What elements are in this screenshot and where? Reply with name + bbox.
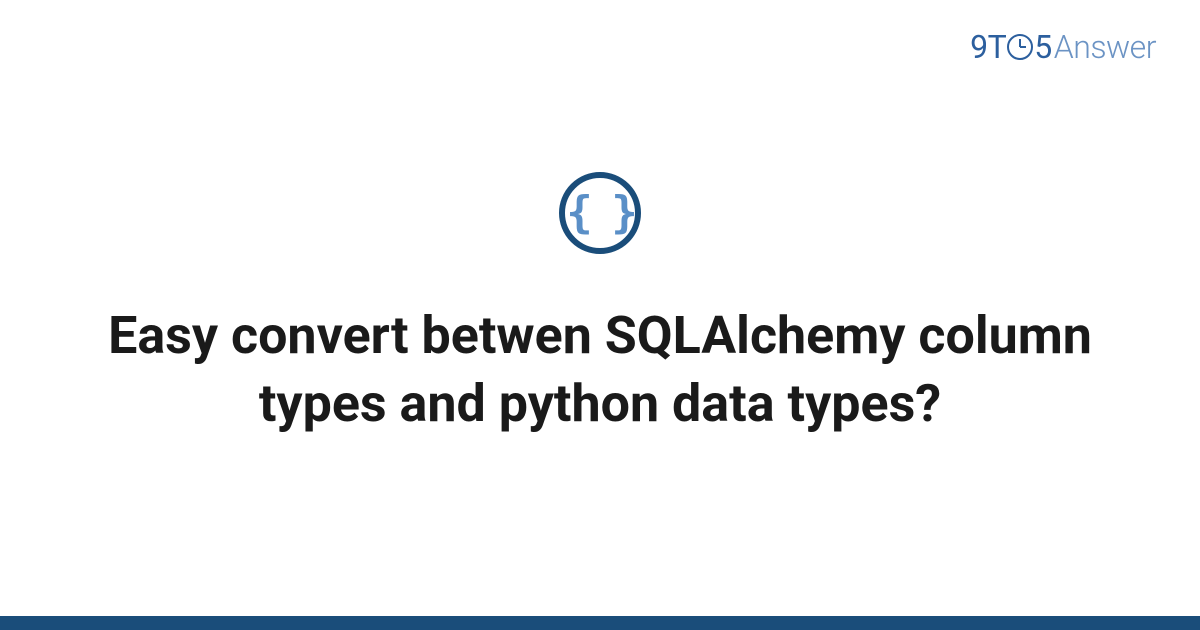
bottom-accent-bar	[0, 616, 1200, 630]
main-content: { } Easy convert betwen SQLAlchemy colum…	[0, 0, 1200, 630]
question-title: Easy convert betwen SQLAlchemy column ty…	[60, 302, 1140, 437]
code-braces-icon: { }	[566, 191, 633, 235]
category-icon-circle: { }	[559, 172, 641, 254]
